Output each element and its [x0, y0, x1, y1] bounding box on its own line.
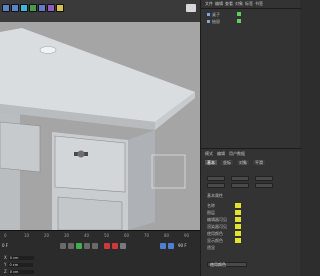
go-end-icon[interactable]	[92, 243, 98, 249]
timeline-tick: 0	[4, 233, 7, 238]
menu-tags[interactable]: 标签	[245, 1, 253, 6]
timeline-tick: 50	[104, 233, 110, 238]
color-swatch[interactable]	[235, 231, 241, 236]
property-label: 名称	[207, 203, 215, 208]
property-button[interactable]	[207, 176, 225, 181]
coord-input[interactable]: 0 cm	[8, 270, 34, 274]
autokey-icon[interactable]	[112, 243, 118, 249]
menu-object[interactable]: 对象	[235, 1, 243, 6]
visibility-icon[interactable]	[237, 12, 241, 16]
property-button[interactable]	[231, 176, 249, 181]
coord-row: Y0 cm	[4, 262, 34, 267]
tab-smooth[interactable]: 平滑	[253, 160, 265, 165]
color-swatch[interactable]	[235, 210, 241, 215]
coord-axis: X	[4, 255, 7, 260]
property-label: 编辑器可见	[207, 217, 227, 222]
menu-file[interactable]: 文件	[205, 1, 213, 6]
tab-basic[interactable]: 基本	[205, 160, 217, 165]
use-color-button[interactable]: 使用颜色	[207, 262, 247, 267]
settings-icon[interactable]	[168, 243, 174, 249]
view-mode-button[interactable]	[186, 4, 196, 12]
tab-coord[interactable]: 坐标	[221, 160, 233, 165]
property-label: 基本属性	[207, 193, 223, 198]
viewport[interactable]	[0, 22, 200, 230]
select-icon[interactable]	[20, 4, 28, 12]
timeline-tick: 40	[84, 233, 90, 238]
property-label: 渲染器可见	[207, 224, 227, 229]
object-row[interactable]: 桌子	[207, 12, 220, 17]
right-panel: 文件 编辑 查看 对象 标签 书签 桌子 抽屉 模式 编辑 用户数据 基本 坐标…	[200, 0, 301, 276]
go-start-icon[interactable]	[60, 243, 66, 249]
end-frame[interactable]: 90 F	[178, 243, 187, 248]
redo-icon[interactable]	[11, 4, 19, 12]
property-button[interactable]	[255, 176, 273, 181]
timeline-tick: 30	[64, 233, 70, 238]
object-icon	[207, 20, 210, 23]
color-swatch[interactable]	[235, 203, 241, 208]
coord-axis: Z	[4, 269, 7, 274]
prev-frame-icon[interactable]	[68, 243, 74, 249]
property-button[interactable]	[231, 183, 249, 188]
timeline-tick: 10	[24, 233, 30, 238]
object-name: 抽屉	[212, 19, 220, 24]
undo-icon[interactable]	[2, 4, 10, 12]
menu-edit[interactable]: 编辑	[215, 1, 223, 6]
coord-row: X0 cm	[4, 255, 34, 260]
keyframe-icon[interactable]	[120, 243, 126, 249]
timeline-tick: 60	[124, 233, 130, 238]
property-label: 图层	[207, 210, 215, 215]
timeline-tick: 20	[44, 233, 50, 238]
next-frame-icon[interactable]	[84, 243, 90, 249]
object-name: 桌子	[212, 12, 220, 17]
color-swatch[interactable]	[235, 238, 241, 243]
scene-render	[0, 22, 200, 230]
play-icon[interactable]	[76, 243, 82, 249]
timeline[interactable]: 0 10 20 30 40 50 60 70 80 90 0 F 90 F X0…	[0, 230, 200, 276]
coord-axis: Y	[4, 262, 7, 267]
menu-mode[interactable]: 模式	[205, 151, 213, 156]
rotate-icon[interactable]	[47, 4, 55, 12]
object-row[interactable]: 抽屉	[207, 19, 220, 24]
object-icon	[207, 13, 210, 16]
tab-object[interactable]: 对象	[237, 160, 249, 165]
timeline-tick: 80	[164, 233, 170, 238]
visibility-icon[interactable]	[237, 19, 241, 23]
move-icon[interactable]	[29, 4, 37, 12]
menu-user-data[interactable]: 用户数据	[229, 151, 245, 156]
coord-input[interactable]: 0 cm	[8, 263, 34, 267]
property-label: 使用颜色	[207, 231, 223, 236]
color-swatch[interactable]	[235, 217, 241, 222]
current-frame[interactable]: 0 F	[2, 243, 8, 248]
menu-bookmarks[interactable]: 书签	[255, 1, 263, 6]
color-swatch[interactable]	[235, 224, 241, 229]
motion-path-icon[interactable]	[160, 243, 166, 249]
property-button[interactable]	[207, 183, 225, 188]
timeline-tick: 70	[144, 233, 150, 238]
main-toolbar	[0, 0, 200, 22]
menu-edit-attr[interactable]: 编辑	[217, 151, 225, 156]
coord-input[interactable]: 0 cm	[8, 256, 34, 260]
property-label: 透显	[207, 245, 215, 250]
scale-icon[interactable]	[38, 4, 46, 12]
timeline-tick: 90	[184, 233, 190, 238]
render-icon[interactable]	[56, 4, 64, 12]
coord-row: Z0 cm	[4, 269, 34, 274]
property-label: 显示颜色	[207, 238, 223, 243]
property-button[interactable]	[255, 183, 273, 188]
record-icon[interactable]	[104, 243, 110, 249]
menu-view[interactable]: 查看	[225, 1, 233, 6]
